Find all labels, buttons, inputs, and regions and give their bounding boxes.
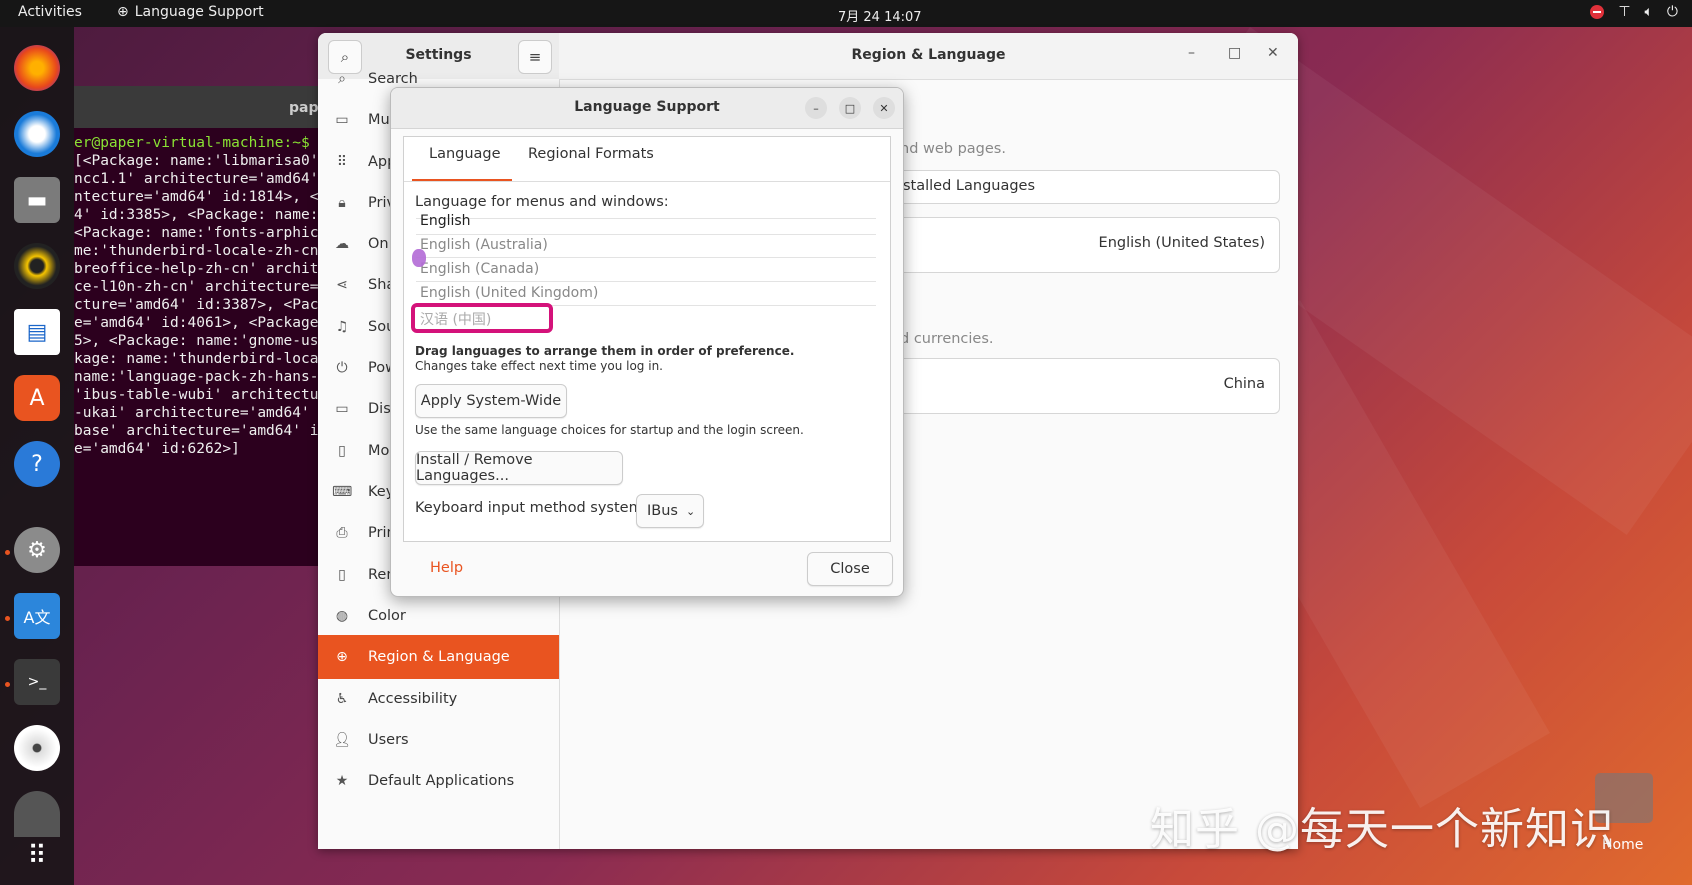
accessibility-icon: ♿︎	[335, 691, 349, 707]
hand-cursor-icon	[412, 249, 426, 267]
writer-icon[interactable]: ▤	[14, 309, 60, 355]
help-icon[interactable]: ?	[14, 441, 60, 487]
volume-icon[interactable]: 🔈︎	[1645, 4, 1653, 20]
language-value: English (United States)	[1098, 235, 1265, 251]
maximize-button[interactable]: □	[1228, 45, 1241, 61]
music-note-icon: ♫	[335, 319, 349, 335]
users-icon: 👤︎	[333, 732, 351, 748]
dialog-maximize-button[interactable]: □	[839, 97, 861, 119]
minimize-button[interactable]: –	[1188, 45, 1195, 61]
sidebar-item-color[interactable]: ◍ Color	[318, 594, 559, 638]
language-item-english-canada[interactable]: English (Canada)	[420, 261, 539, 277]
tab-regional-formats[interactable]: Regional Formats	[528, 145, 658, 179]
rhythmbox-icon[interactable]	[14, 243, 60, 289]
apps-grid-icon: ⠿	[336, 154, 348, 170]
terminal-window[interactable]: er@paper-virtual-machine:~$ [<Package: n…	[74, 86, 324, 566]
search-icon: ⌕	[338, 71, 346, 87]
network-icon[interactable]: ⊤	[1618, 4, 1630, 20]
activities-button[interactable]: Activities	[18, 4, 82, 20]
palette-icon: ◍	[335, 608, 349, 624]
display-icon: ▭	[335, 401, 349, 417]
divider	[416, 281, 876, 282]
region-description: nd web pages.	[900, 141, 1006, 157]
highlight-box	[411, 303, 553, 333]
thunderbird-icon[interactable]	[14, 111, 60, 157]
printer-icon: ⎙	[336, 525, 348, 541]
apply-system-wide-button[interactable]: Apply System-Wide	[415, 384, 567, 418]
app-menu-label: Language Support	[134, 4, 264, 20]
system-tray[interactable]: ⊤ 🔈︎ ⏻	[1590, 4, 1678, 20]
clock[interactable]: 7月 24 14:07	[838, 6, 922, 25]
top-bar: Activities ⊕ Language Support 7月 24 14:0…	[0, 0, 1692, 27]
terminal-title: pap	[289, 100, 319, 116]
language-item-english-uk[interactable]: English (United Kingdom)	[420, 285, 598, 301]
power-icon: ⏻	[336, 360, 348, 376]
menus-label: Language for menus and windows:	[415, 194, 669, 210]
terminal-prompt: er@paper-virtual-machine:~$	[74, 135, 310, 151]
help-button[interactable]: Help	[430, 560, 463, 576]
tab-language[interactable]: Language	[412, 145, 512, 182]
close-button[interactable]: ✕	[1267, 45, 1279, 61]
language-item-english[interactable]: English	[420, 213, 471, 229]
keyboard-icon: ⌨︎	[332, 484, 353, 500]
language-row[interactable]: English (United States)	[878, 217, 1280, 273]
sidebar-item-default-applications[interactable]: ★ Default Applications	[318, 759, 559, 803]
sidebar-item-accessibility[interactable]: ♿︎ Accessibility	[318, 677, 559, 721]
terminal-headerbar[interactable]: pap	[74, 86, 324, 128]
mouse-icon: ▯	[338, 443, 346, 459]
divider	[416, 218, 876, 219]
formats-description: d currencies.	[900, 331, 994, 347]
cloud-icon: ☁︎	[335, 236, 349, 252]
watermark: 知乎 @每天一个新知识	[1150, 804, 1615, 855]
dialog-close-button[interactable]: ✕	[873, 97, 895, 119]
do-not-disturb-icon[interactable]	[1590, 5, 1605, 19]
running-indicator	[5, 682, 10, 687]
sidebar-item-region-language[interactable]: ⊕ Region & Language	[318, 635, 559, 679]
multitasking-icon: ▭	[335, 112, 349, 128]
star-icon: ★	[335, 773, 349, 789]
keyboard-method-dropdown[interactable]: IBus ⌄	[636, 494, 704, 528]
terminal-output: er@paper-virtual-machine:~$ [<Package: n…	[74, 135, 324, 457]
globe-icon: ⊕	[117, 4, 129, 20]
install-remove-languages-button[interactable]: Install / Remove Languages...	[415, 451, 623, 485]
dock: ▬ ▤ A ? ⚙ A文 >_ ⠿	[0, 27, 74, 885]
usb-icon: ▯	[338, 567, 346, 583]
language-item-english-australia[interactable]: English (Australia)	[420, 237, 548, 253]
globe-icon: ⊕	[336, 649, 348, 665]
divider	[416, 234, 876, 235]
language-support-dialog: Language Support – □ ✕ Language Regional…	[390, 87, 904, 597]
changes-hint: Changes take effect next time you log in…	[415, 359, 663, 373]
lock-icon: 🔒︎	[338, 195, 346, 211]
manage-installed-languages-button[interactable]: stalled Languages	[878, 170, 1280, 204]
drag-hint: Drag languages to arrange them in order …	[415, 344, 795, 358]
power-icon[interactable]: ⏻	[1667, 4, 1678, 20]
divider	[416, 257, 876, 258]
share-icon: ⋖	[336, 277, 348, 293]
running-indicator	[5, 550, 10, 555]
startup-hint: Use the same language choices for startu…	[415, 423, 804, 437]
files-icon[interactable]: ▬	[14, 177, 60, 223]
tab-divider	[404, 181, 890, 182]
language-support-icon[interactable]: A文	[14, 593, 60, 639]
app-menu[interactable]: ⊕ Language Support	[117, 4, 264, 20]
formats-value: China	[1223, 376, 1265, 392]
dialog-headerbar: Language Support – □ ✕	[391, 88, 903, 129]
running-indicator	[5, 616, 10, 621]
formats-row[interactable]: China	[878, 358, 1280, 414]
language-frame: Language Regional Formats Language for m…	[403, 136, 891, 542]
chevron-down-icon: ⌄	[685, 504, 696, 518]
close-dialog-button[interactable]: Close	[807, 552, 893, 586]
show-apps-icon[interactable]: ⠿	[14, 833, 60, 879]
terminal-icon[interactable]: >_	[14, 659, 60, 705]
disc-icon[interactable]	[14, 725, 60, 771]
software-center-icon[interactable]: A	[14, 375, 60, 421]
drive-icon[interactable]	[14, 791, 60, 837]
firefox-icon[interactable]	[14, 45, 60, 91]
dialog-minimize-button[interactable]: –	[805, 97, 827, 119]
sidebar-item-users[interactable]: 👤︎ Users	[318, 718, 559, 762]
settings-gear-icon[interactable]: ⚙	[14, 527, 60, 573]
keyboard-method-label: Keyboard input method system:	[415, 500, 648, 516]
